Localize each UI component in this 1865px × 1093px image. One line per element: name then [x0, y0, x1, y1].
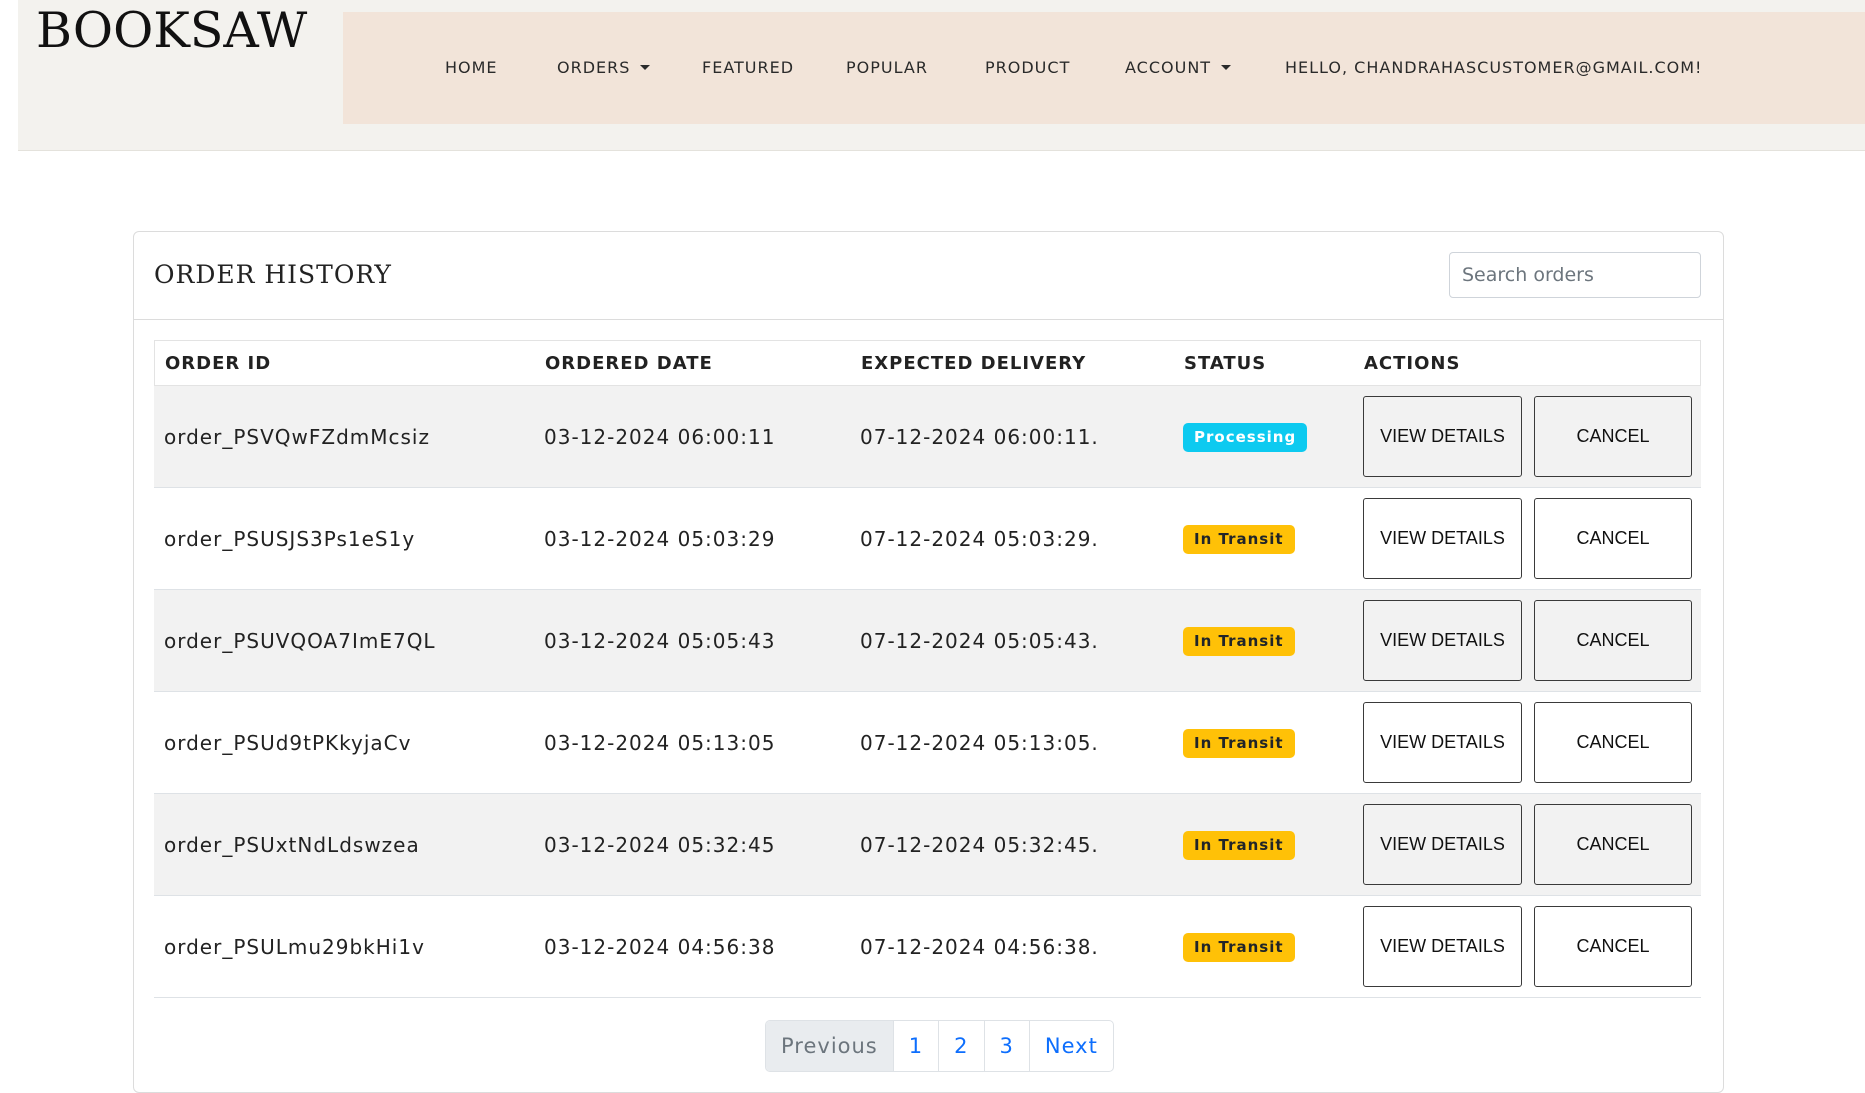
ordered-date-cell: 03-12-2024 05:13:05 [544, 731, 776, 755]
nav-orders-dropdown[interactable]: ORDERS [557, 12, 651, 124]
view-details-button[interactable]: VIEW DETAILS [1363, 498, 1522, 579]
column-header-status: STATUS [1184, 353, 1267, 374]
nav-account-dropdown[interactable]: ACCOUNT [1125, 12, 1232, 124]
table-row: order_PSUd9tPKkyjaCv 03-12-2024 05:13:05… [154, 692, 1701, 794]
nav-popular[interactable]: POPULAR [846, 12, 928, 124]
column-header-actions: ACTIONS [1364, 353, 1461, 374]
view-details-button[interactable]: VIEW DETAILS [1363, 702, 1522, 783]
table-row: order_PSVQwFZdmMcsiz 03-12-2024 06:00:11… [154, 386, 1701, 488]
expected-delivery-cell: 07-12-2024 05:05:43. [860, 629, 1099, 653]
status-badge: In Transit [1183, 729, 1295, 758]
ordered-date-cell: 03-12-2024 04:56:38 [544, 935, 776, 959]
view-details-button[interactable]: VIEW DETAILS [1363, 804, 1522, 885]
booksaw-logo[interactable]: BOOKSAW [36, 6, 307, 55]
table-row: order_PSUSJS3Ps1eS1y 03-12-2024 05:03:29… [154, 488, 1701, 590]
pagination-next[interactable]: Next [1030, 1021, 1113, 1071]
view-details-button[interactable]: VIEW DETAILS [1363, 906, 1522, 987]
page-title: ORDER HISTORY [154, 260, 392, 289]
pagination: Previous 1 2 3 Next [765, 1020, 1114, 1072]
status-badge: In Transit [1183, 627, 1295, 656]
view-details-button[interactable]: VIEW DETAILS [1363, 396, 1522, 477]
status-badge: In Transit [1183, 831, 1295, 860]
column-header-order-id: ORDER ID [165, 353, 272, 374]
expected-delivery-cell: 07-12-2024 05:03:29. [860, 527, 1099, 551]
order-id-cell: order_PSUSJS3Ps1eS1y [164, 527, 416, 551]
nav-user-greeting[interactable]: HELLO, CHANDRAHASCUSTOMER@GMAIL.COM! [1285, 12, 1702, 124]
expected-delivery-cell: 07-12-2024 05:13:05. [860, 731, 1099, 755]
pagination-previous[interactable]: Previous [766, 1021, 894, 1071]
view-details-button[interactable]: VIEW DETAILS [1363, 600, 1522, 681]
cancel-order-button[interactable]: CANCEL [1534, 906, 1692, 987]
pagination-page-3[interactable]: 3 [985, 1021, 1030, 1071]
expected-delivery-cell: 07-12-2024 04:56:38. [860, 935, 1099, 959]
caret-down-icon [1221, 65, 1232, 70]
card-header: ORDER HISTORY [134, 232, 1723, 320]
table-row: order_PSULmu29bkHi1v 03-12-2024 04:56:38… [154, 896, 1701, 998]
status-badge: In Transit [1183, 933, 1295, 962]
order-id-cell: order_PSVQwFZdmMcsiz [164, 425, 430, 449]
table-row: order_PSUxtNdLdswzea 03-12-2024 05:32:45… [154, 794, 1701, 896]
ordered-date-cell: 03-12-2024 06:00:11 [544, 425, 776, 449]
cancel-order-button[interactable]: CANCEL [1534, 396, 1692, 477]
expected-delivery-cell: 07-12-2024 05:32:45. [860, 833, 1099, 857]
caret-down-icon [640, 65, 651, 70]
ordered-date-cell: 03-12-2024 05:05:43 [544, 629, 776, 653]
table-header-row: ORDER ID ORDERED DATE EXPECTED DELIVERY … [154, 340, 1701, 386]
search-orders-input[interactable] [1449, 252, 1701, 298]
order-history-card: ORDER HISTORY ORDER ID ORDERED DATE EXPE… [133, 231, 1724, 1093]
ordered-date-cell: 03-12-2024 05:32:45 [544, 833, 776, 857]
main-navbar: HOME ORDERS FEATURED POPULAR PRODUCT ACC… [343, 12, 1865, 124]
nav-orders-label: ORDERS [557, 58, 631, 77]
status-badge: Processing [1183, 423, 1308, 452]
cancel-order-button[interactable]: CANCEL [1534, 702, 1692, 783]
pagination-page-2[interactable]: 2 [939, 1021, 985, 1071]
order-id-cell: order_PSUd9tPKkyjaCv [164, 731, 412, 755]
column-header-expected-delivery: EXPECTED DELIVERY [861, 353, 1087, 374]
order-id-cell: order_PSUVQOA7ImE7QL [164, 629, 436, 653]
cancel-order-button[interactable]: CANCEL [1534, 600, 1692, 681]
order-id-cell: order_PSULmu29bkHi1v [164, 935, 425, 959]
ordered-date-cell: 03-12-2024 05:03:29 [544, 527, 776, 551]
pagination-page-1[interactable]: 1 [894, 1021, 940, 1071]
nav-product[interactable]: PRODUCT [985, 12, 1070, 124]
nav-account-label: ACCOUNT [1125, 58, 1212, 77]
site-header: BOOKSAW HOME ORDERS FEATURED POPULAR PRO… [18, 0, 1865, 151]
nav-home[interactable]: HOME [445, 12, 498, 124]
cancel-order-button[interactable]: CANCEL [1534, 498, 1692, 579]
nav-featured[interactable]: FEATURED [702, 12, 794, 124]
column-header-ordered-date: ORDERED DATE [545, 353, 713, 374]
order-id-cell: order_PSUxtNdLdswzea [164, 833, 420, 857]
status-badge: In Transit [1183, 525, 1295, 554]
orders-table: ORDER ID ORDERED DATE EXPECTED DELIVERY … [154, 340, 1701, 998]
expected-delivery-cell: 07-12-2024 06:00:11. [860, 425, 1099, 449]
table-row: order_PSUVQOA7ImE7QL 03-12-2024 05:05:43… [154, 590, 1701, 692]
cancel-order-button[interactable]: CANCEL [1534, 804, 1692, 885]
